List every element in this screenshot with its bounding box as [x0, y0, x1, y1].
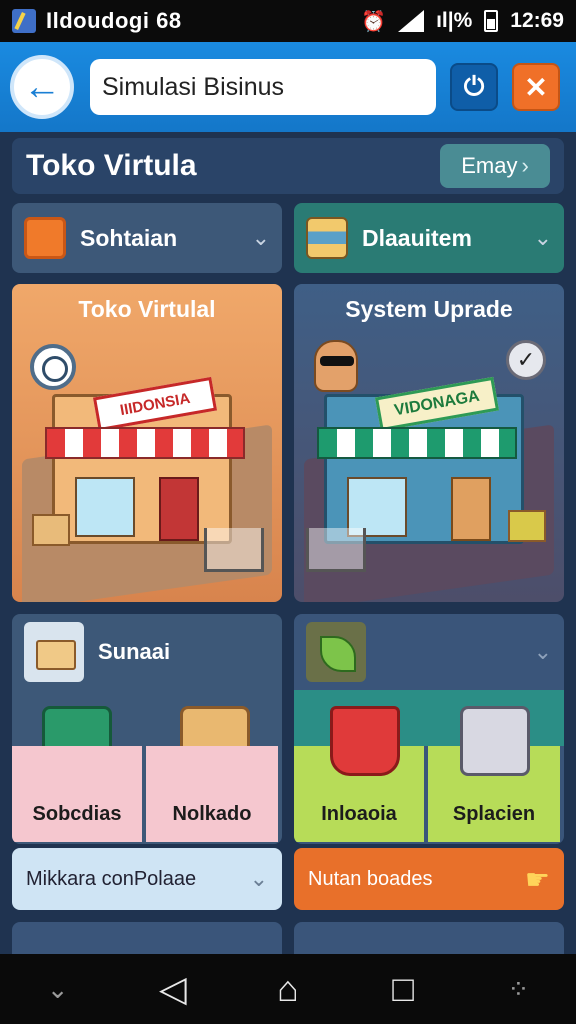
button-nutan-boades[interactable]: Nutan boades ☛ — [294, 848, 564, 910]
tile-nolkado[interactable]: Nolkado — [146, 746, 278, 842]
chevron-down-icon: ⌄ — [533, 225, 552, 250]
store-door — [159, 477, 199, 541]
chevron-down-icon: ⌄ — [533, 639, 552, 664]
back-nav-icon[interactable]: ◁ — [143, 968, 203, 1010]
chevron-right-icon: › — [521, 153, 529, 178]
select-mikkara[interactable]: Mikkara conPolaae ⌄ — [12, 848, 282, 910]
status-right: ⏰ ıl|% 12:69 — [361, 9, 564, 34]
battery-icon — [484, 10, 499, 32]
crate-icon — [32, 514, 70, 546]
power-icon: ⏻ — [463, 71, 485, 101]
status-time: 12:69 — [510, 9, 564, 32]
store-illustration: VIDONAGA — [317, 376, 524, 544]
magnifier-icon[interactable] — [30, 344, 76, 390]
tile-sobcdias[interactable]: Sobcdias — [12, 746, 144, 842]
card-system-upgrade[interactable]: System Uprade ✓ VIDONAGA — [294, 284, 564, 602]
money-icon — [24, 622, 84, 682]
header-card: Toko Virtula Emay › — [12, 138, 564, 194]
store-window — [75, 477, 135, 537]
crate-icon — [508, 510, 546, 542]
stack-icon — [306, 217, 348, 259]
panel-left-header[interactable]: Sunaai — [12, 614, 282, 690]
app-icon — [12, 9, 36, 33]
back-arrow-icon: ← — [23, 66, 61, 108]
card-left-title: Toko Virtulal — [78, 296, 216, 322]
alarm-icon: ⏰ — [361, 10, 387, 33]
store-sign: IIIDONSIA — [92, 376, 218, 432]
store-sign: VIDONAGA — [374, 376, 500, 432]
search-value: Simulasi Bisinus — [102, 72, 285, 101]
status-app-name: Ildoudogi 68 — [46, 8, 182, 33]
cart-icon — [204, 528, 264, 572]
pointing-hand-icon: ☛ — [524, 863, 550, 895]
system-nav-bar: ⌄ ◁ ⌂ □ ⁘ — [0, 954, 576, 1024]
back-button[interactable]: ← — [10, 55, 74, 119]
close-button[interactable]: ✕ — [512, 63, 560, 111]
dropdown-dlaauitem[interactable]: Dlaauitem ⌄ — [294, 203, 564, 273]
panel-right-header[interactable]: ⌄ — [294, 614, 564, 690]
close-icon: ✕ — [524, 71, 548, 103]
chevron-down-icon: ⌄ — [249, 866, 268, 891]
store-illustration: IIIDONSIA — [45, 376, 245, 544]
tile-label: Nolkado — [172, 803, 252, 825]
recents-nav-icon[interactable]: □ — [373, 968, 433, 1010]
tile-label: Inloaoia — [321, 803, 397, 825]
awning — [317, 427, 517, 459]
play-button[interactable]: Emay › — [440, 144, 550, 188]
panel-left-label: Sunaai — [98, 639, 171, 664]
bar-left-label: Mikkara conPolaae — [26, 867, 197, 890]
tile-label: Sobcdias — [32, 803, 122, 825]
panel-right: ⌄ Inloaoia Splacien — [294, 614, 564, 844]
store-counter — [451, 477, 491, 541]
signal-icon — [398, 10, 425, 32]
chevron-down-icon: ⌄ — [251, 225, 270, 250]
check-icon[interactable]: ✓ — [506, 340, 546, 380]
play-button-label: Emay — [461, 153, 518, 178]
tile-label: Splacien — [452, 803, 536, 825]
machine-icon — [460, 706, 530, 776]
chevron-down-icon[interactable]: ⌄ — [28, 974, 88, 1005]
menu-dots-icon[interactable]: ⁘ — [488, 974, 548, 1005]
bar-right-label: Nutan boades — [308, 867, 433, 890]
shopkeeper-icon — [314, 340, 358, 392]
leaf-icon — [306, 622, 366, 682]
app-bar: ← Simulasi Bisinus ⏻ ✕ — [0, 42, 576, 132]
page-title: Toko Virtula — [26, 149, 197, 182]
home-nav-icon[interactable]: ⌂ — [258, 968, 318, 1010]
card-right-title: System Uprade — [345, 296, 513, 322]
cart-icon — [306, 528, 366, 572]
dropdown-sohtaian[interactable]: Sohtaian ⌄ — [12, 203, 282, 273]
card-toko-virtual[interactable]: Toko Virtulal IIIDONSIA — [12, 284, 282, 602]
signal-text: ıl|% — [436, 9, 473, 32]
basket-icon — [330, 706, 400, 776]
dropdown-left-label: Sohtaian — [80, 224, 178, 251]
power-button[interactable]: ⏻ — [450, 63, 498, 111]
box-icon — [24, 217, 66, 259]
status-bar: Ildoudogi 68 ⏰ ıl|% 12:69 — [0, 0, 576, 42]
awning — [45, 427, 245, 459]
dropdown-right-label: Dlaauitem — [362, 224, 472, 251]
search-input[interactable]: Simulasi Bisinus — [90, 59, 436, 115]
panel-sunaai: Sunaai Sobcdias Nolkado — [12, 614, 282, 844]
